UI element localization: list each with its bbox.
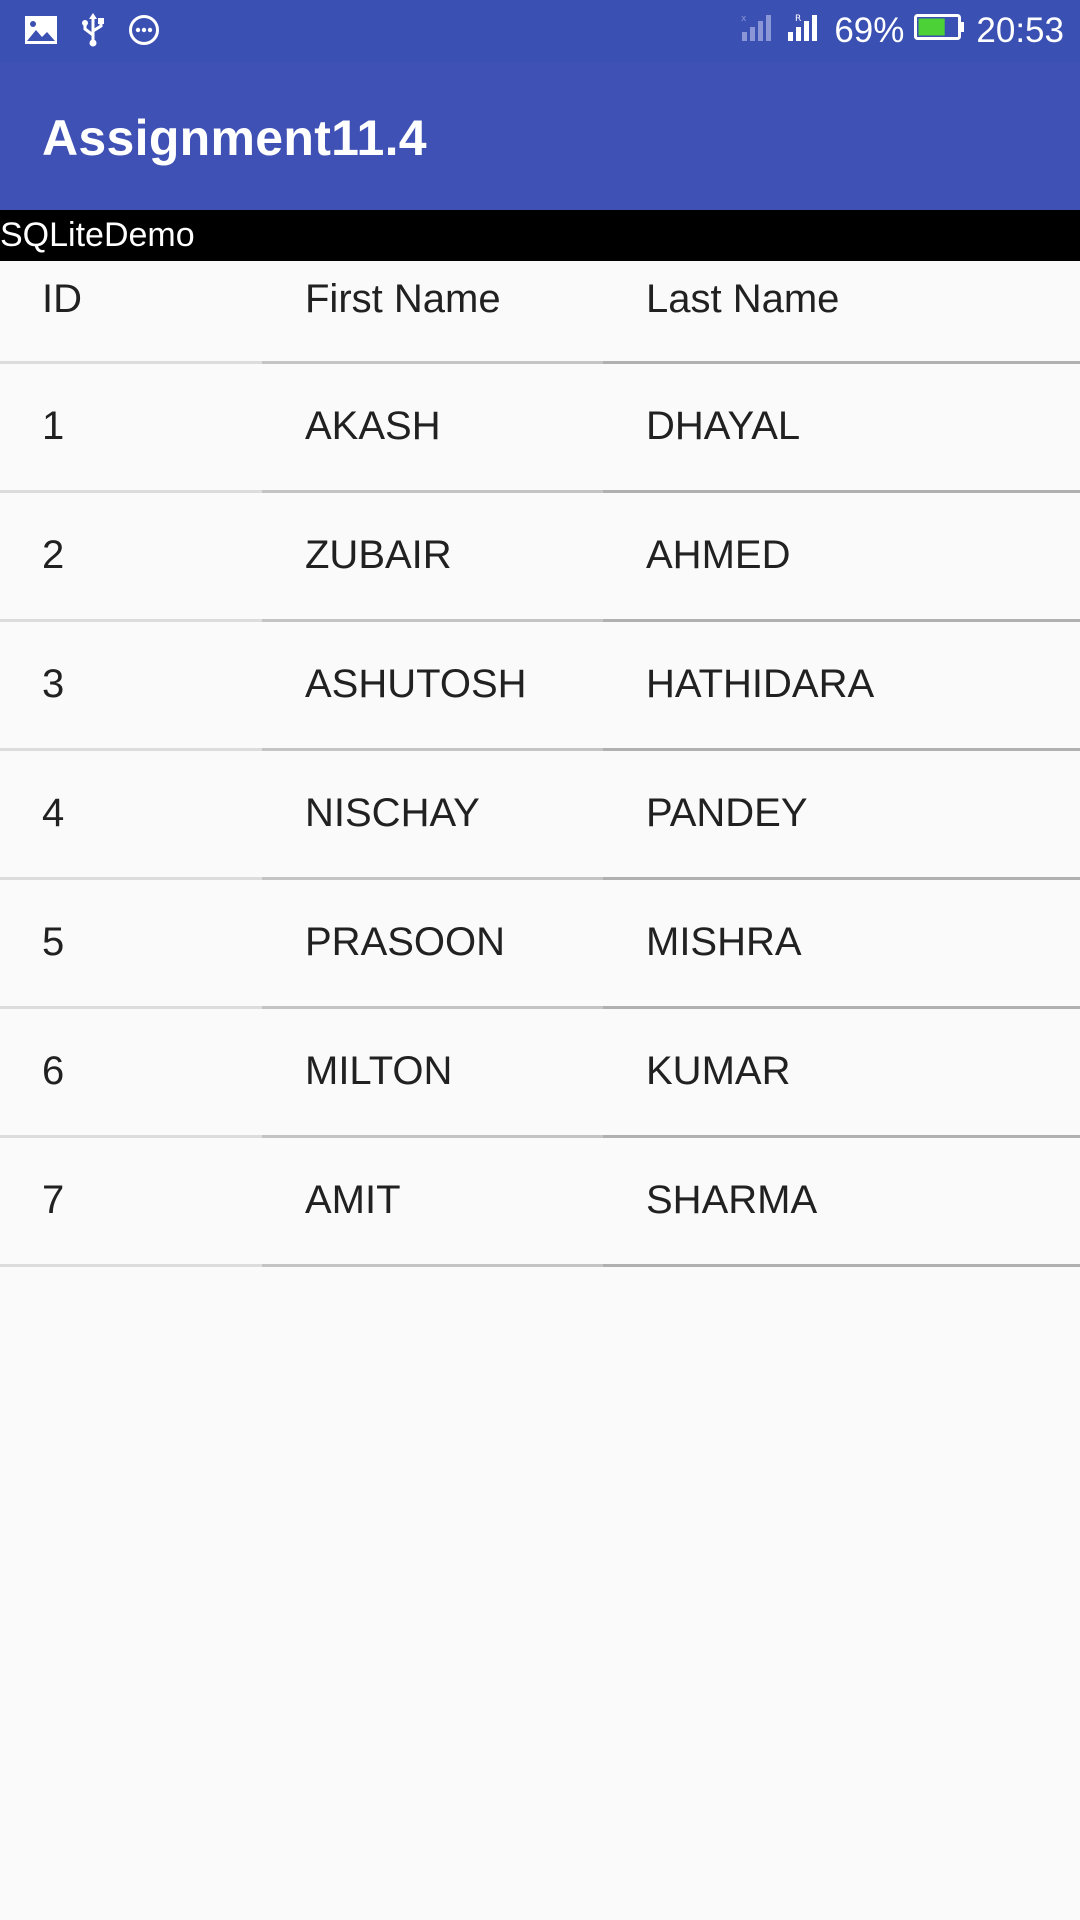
table-header-row: ID First Name Last Name [0,261,1080,364]
cell-id: 2 [42,533,65,577]
image-icon [24,15,58,50]
table-row: 5 PRASOON MISHRA [0,880,1080,1009]
battery-fill [918,18,946,36]
table-row: 6 MILTON KUMAR [0,1009,1080,1138]
cell-first-name: AMIT [305,1178,401,1222]
cell-first-name: NISCHAY [305,791,480,835]
cell-first-name: MILTON [305,1049,453,1093]
header-id: ID [42,277,82,321]
cell-id: 1 [42,404,65,448]
table-row: 2 ZUBAIR AHMED [0,493,1080,622]
status-time: 20:53 [976,11,1064,50]
cell-id: 7 [42,1178,65,1222]
cell-first-name: PRASOON [305,920,506,964]
header-first-name: First Name [305,277,501,321]
cell-first-name: ASHUTOSH [305,662,527,706]
cell-last-name: AHMED [646,533,791,577]
cell-last-name: HATHIDARA [646,662,875,706]
app-bar: Assignment11.4 [0,63,1080,210]
section-label: SQLiteDemo [0,216,195,254]
section-label-strip: SQLiteDemo [0,210,1080,261]
status-bar: x R 69% 20:53 [0,0,1080,63]
battery-icon [914,11,966,51]
header-last-name: Last Name [646,277,840,321]
signal-roaming-icon: R [786,11,822,51]
cell-last-name: PANDEY [646,791,808,835]
cell-last-name: DHAYAL [646,404,801,448]
cell-id: 4 [42,791,65,835]
cell-id: 3 [42,662,65,706]
data-table: ID First Name Last Name 1 AKASH DHAYAL 2… [0,261,1080,1267]
status-icons-right: x R 69% 20:53 [740,8,1064,54]
status-icons-left [24,12,160,52]
cell-last-name: KUMAR [646,1049,791,1093]
battery-percent: 69% [834,11,905,50]
more-icon [128,14,160,51]
cell-id: 5 [42,920,65,964]
cell-last-name: MISHRA [646,920,802,964]
cell-last-name: SHARMA [646,1178,818,1222]
signal-icon: x [740,11,776,51]
svg-text:x: x [741,14,747,24]
app-title: Assignment11.4 [42,110,427,166]
table-row: 1 AKASH DHAYAL [0,364,1080,493]
usb-icon [80,12,106,52]
cell-first-name: AKASH [305,404,441,448]
table-row: 4 NISCHAY PANDEY [0,751,1080,880]
table-row: 7 AMIT SHARMA [0,1138,1080,1267]
cell-id: 6 [42,1049,65,1093]
cell-first-name: ZUBAIR [305,533,452,577]
svg-text:R: R [795,14,801,24]
table-row: 3 ASHUTOSH HATHIDARA [0,622,1080,751]
